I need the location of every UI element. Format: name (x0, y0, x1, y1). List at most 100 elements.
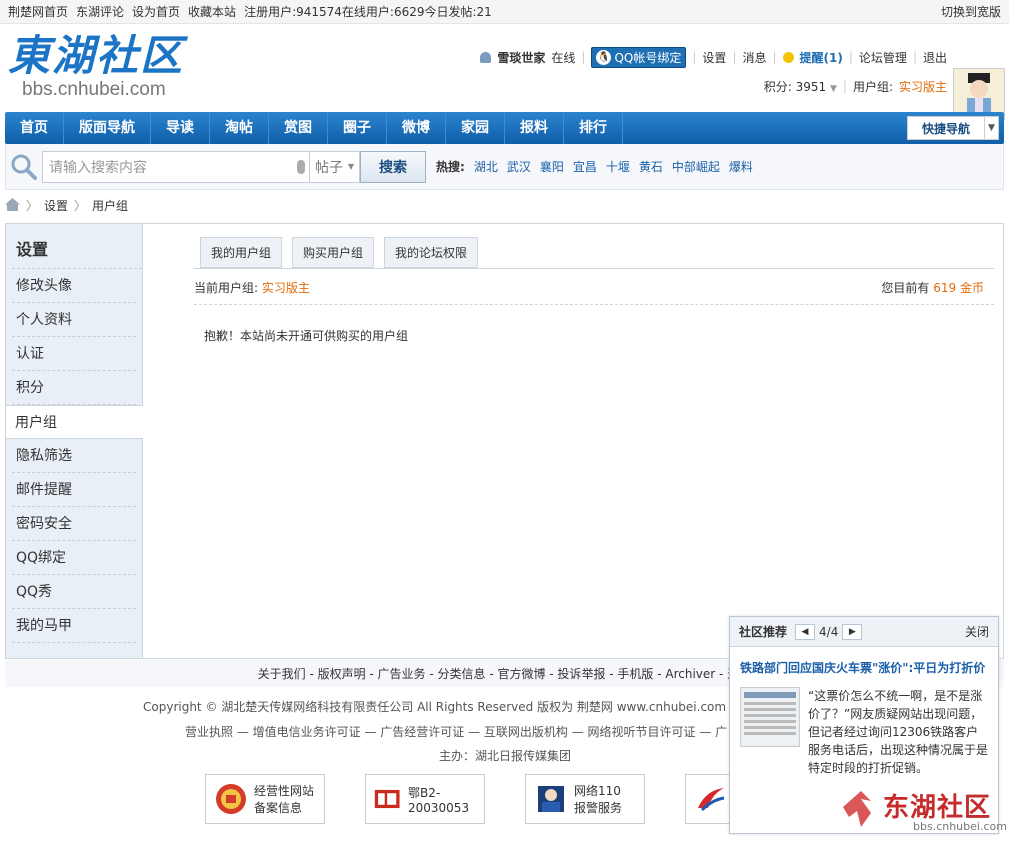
sidebar-item-verify[interactable]: 认证 (12, 337, 136, 371)
hot-term[interactable]: 中部崛起 (672, 158, 720, 175)
nav-circles[interactable]: 圈子 (328, 112, 387, 144)
top-link-set-home[interactable]: 设为首页 (132, 3, 180, 20)
home-icon[interactable] (5, 197, 20, 214)
badge-website-record[interactable]: 经营性网站 备案信息 (205, 774, 325, 824)
sidebar-item-email[interactable]: 邮件提醒 (12, 473, 136, 507)
nav-forum-nav[interactable]: 版面导航 (64, 112, 151, 144)
search-placeholder: 请输入搜索内容 (49, 159, 147, 176)
main-nav: 首页 版面导航 导读 淘帖 赏图 圈子 微博 家园 报料 排行 快捷导航 ▼ (5, 112, 1004, 144)
nav-pictures[interactable]: 赏图 (269, 112, 328, 144)
breadcrumb-separator: 〉 (26, 199, 39, 213)
points-label: 积分: 3951 (763, 79, 827, 94)
sidebar-item-usergroup[interactable]: 用户组 (6, 405, 143, 439)
search-bar: 请输入搜索内容 帖子 ▼ 搜索 热搜: 湖北 武汉 襄阳 宜昌 十堰 黄石 中部… (5, 144, 1004, 190)
hot-term[interactable]: 湖北 (474, 158, 498, 175)
sidebar-item-avatar[interactable]: 修改头像 (12, 269, 136, 303)
hot-term[interactable]: 宜昌 (573, 158, 597, 175)
qq-bind-label: QQ帐号绑定 (614, 50, 682, 65)
gold-value: 619 金币 (933, 281, 984, 295)
current-group-value: 实习版主 (261, 281, 310, 295)
search-input[interactable]: 请输入搜索内容 (42, 150, 310, 183)
forum-admin-link[interactable]: 论坛管理 (859, 49, 907, 66)
gold-label: 您目前有 (881, 281, 930, 295)
chevron-down-icon: ▼ (829, 83, 837, 94)
sidebar-item-qq-show[interactable]: QQ秀 (12, 575, 136, 609)
tab-forum-permissions[interactable]: 我的论坛权限 (384, 237, 479, 268)
badge-text: 鄂B2-20030053 (408, 785, 470, 815)
badge-icp[interactable]: 鄂B2-20030053 (365, 774, 485, 824)
messages-link[interactable]: 消息 (742, 49, 766, 66)
watermark: 东湖社区 bbs.cnhubei.com (841, 787, 1007, 833)
top-links: 荆楚网首页 东湖评论 设为首页 收藏本站 注册用户:941574在线用户:662… (8, 3, 941, 20)
sidebar-item-password[interactable]: 密码安全 (12, 507, 136, 541)
logout-link[interactable]: 退出 (923, 49, 947, 66)
hot-term[interactable]: 十堰 (606, 158, 630, 175)
sidebar-item-points[interactable]: 积分 (12, 371, 136, 405)
site-stats: 注册用户:941574在线用户:6629今日发帖:21 (244, 5, 492, 19)
hot-term[interactable]: 襄阳 (540, 158, 564, 175)
qq-bind-button[interactable]: 🐧 QQ帐号绑定 (591, 46, 687, 68)
top-link-jingchu-home[interactable]: 荆楚网首页 (8, 3, 68, 20)
badge-text: 报警服务 (574, 801, 623, 815)
license-links[interactable]: 营业执照 — 增值电信业务许可证 — 广告经营许可证 — 互联网出版机构 — 网… (185, 723, 727, 740)
points-dropdown[interactable]: 积分: 3951 ▼ (764, 78, 837, 95)
username-link[interactable]: 雪琰世家 (497, 49, 545, 66)
sidebar-item-alias[interactable]: 我的马甲 (12, 609, 136, 643)
watermark-text: 东湖社区 (883, 793, 992, 823)
nav-ranking[interactable]: 排行 (564, 112, 623, 144)
tab-bar: 我的用户组 购买用户组 我的论坛权限 (194, 237, 994, 269)
hot-search-label: 热搜: (436, 160, 465, 174)
tab-buy-usergroup[interactable]: 购买用户组 (292, 237, 375, 268)
nav-home-space[interactable]: 家园 (446, 112, 505, 144)
breadcrumb-usergroup[interactable]: 用户组 (92, 197, 128, 214)
watermark-domain: bbs.cnhubei.com (913, 820, 1007, 833)
top-link-bookmark[interactable]: 收藏本站 (188, 3, 236, 20)
microphone-icon[interactable] (297, 159, 305, 174)
search-type-value: 帖子 (315, 159, 343, 176)
sidebar-item-privacy[interactable]: 隐私筛选 (12, 439, 136, 473)
popup-title: 社区推荐 (739, 625, 788, 639)
copyright: Copyright © 湖北楚天传媒网络科技有限责任公司 All Rights … (143, 700, 754, 714)
sidebar-item-profile[interactable]: 个人资料 (12, 303, 136, 337)
popup-headline[interactable]: 铁路部门回应国庆火车票"涨价":平日为打折价 (730, 647, 998, 677)
popup-close-button[interactable]: 关闭 (965, 623, 989, 640)
footer-link-list[interactable]: 关于我们 - 版权声明 - 广告业务 - 分类信息 - 官方微博 - 投诉举报 … (258, 665, 724, 682)
remind-link[interactable]: 提醒(1) (800, 49, 843, 66)
user-group-value[interactable]: 实习版主 (899, 78, 947, 95)
badge-police-110[interactable]: 网络110 报警服务 (525, 774, 645, 824)
breadcrumb-settings[interactable]: 设置 (44, 197, 68, 214)
hot-search: 热搜: 湖北 武汉 襄阳 宜昌 十堰 黄石 中部崛起 爆料 (436, 158, 753, 175)
nav-report[interactable]: 报料 (505, 112, 564, 144)
online-status: 在线 (551, 50, 576, 65)
tab-my-usergroup[interactable]: 我的用户组 (200, 237, 283, 268)
switch-wide-link[interactable]: 切换到宽版 (941, 5, 1001, 19)
current-group-label: 当前用户组: (194, 281, 259, 295)
search-button[interactable]: 搜索 (360, 150, 426, 183)
icp-icon (374, 789, 400, 809)
settings-link[interactable]: 设置 (702, 49, 726, 66)
site-logo[interactable]: 東湖社区 bbs.cnhubei.com (8, 32, 223, 104)
nav-weibo[interactable]: 微博 (387, 112, 446, 144)
sidebar-item-qq-bind[interactable]: QQ绑定 (12, 541, 136, 575)
watermark-logo-icon (843, 791, 871, 827)
nav-guide[interactable]: 导读 (151, 112, 210, 144)
hot-term[interactable]: 武汉 (507, 158, 531, 175)
prev-icon[interactable]: ◀ (795, 623, 816, 640)
nav-taotie[interactable]: 淘帖 (210, 112, 269, 144)
header: 東湖社区 bbs.cnhubei.com 雪琰世家 在线 | 🐧 QQ帐号绑定 |… (0, 24, 1009, 120)
notice-message: 抱歉！本站尚未开通可供购买的用户组 (204, 329, 409, 343)
user-info: 雪琰世家 在线 | 🐧 QQ帐号绑定 | 设置 | 消息 | 提醒(1) | 论坛… (480, 46, 947, 96)
search-type-select[interactable]: 帖子 ▼ (310, 150, 360, 183)
logo-domain: bbs.cnhubei.com (22, 79, 166, 100)
user-group-label: 用户组: (852, 79, 893, 94)
popup-thumbnail[interactable] (740, 687, 800, 747)
quick-nav-button[interactable]: 快捷导航 ▼ (907, 116, 999, 140)
top-bar: 荆楚网首页 东湖评论 设为首页 收藏本站 注册用户:941574在线用户:662… (0, 0, 1009, 24)
popup-pager: ◀ 4/4 ▶ (795, 623, 863, 640)
hot-term[interactable]: 黄石 (639, 158, 663, 175)
badge-text: 备案信息 (254, 801, 303, 815)
nav-home[interactable]: 首页 (5, 112, 64, 144)
top-link-donghu-comment[interactable]: 东湖评论 (76, 3, 124, 20)
next-icon[interactable]: ▶ (842, 623, 863, 640)
hot-term[interactable]: 爆料 (729, 158, 753, 175)
